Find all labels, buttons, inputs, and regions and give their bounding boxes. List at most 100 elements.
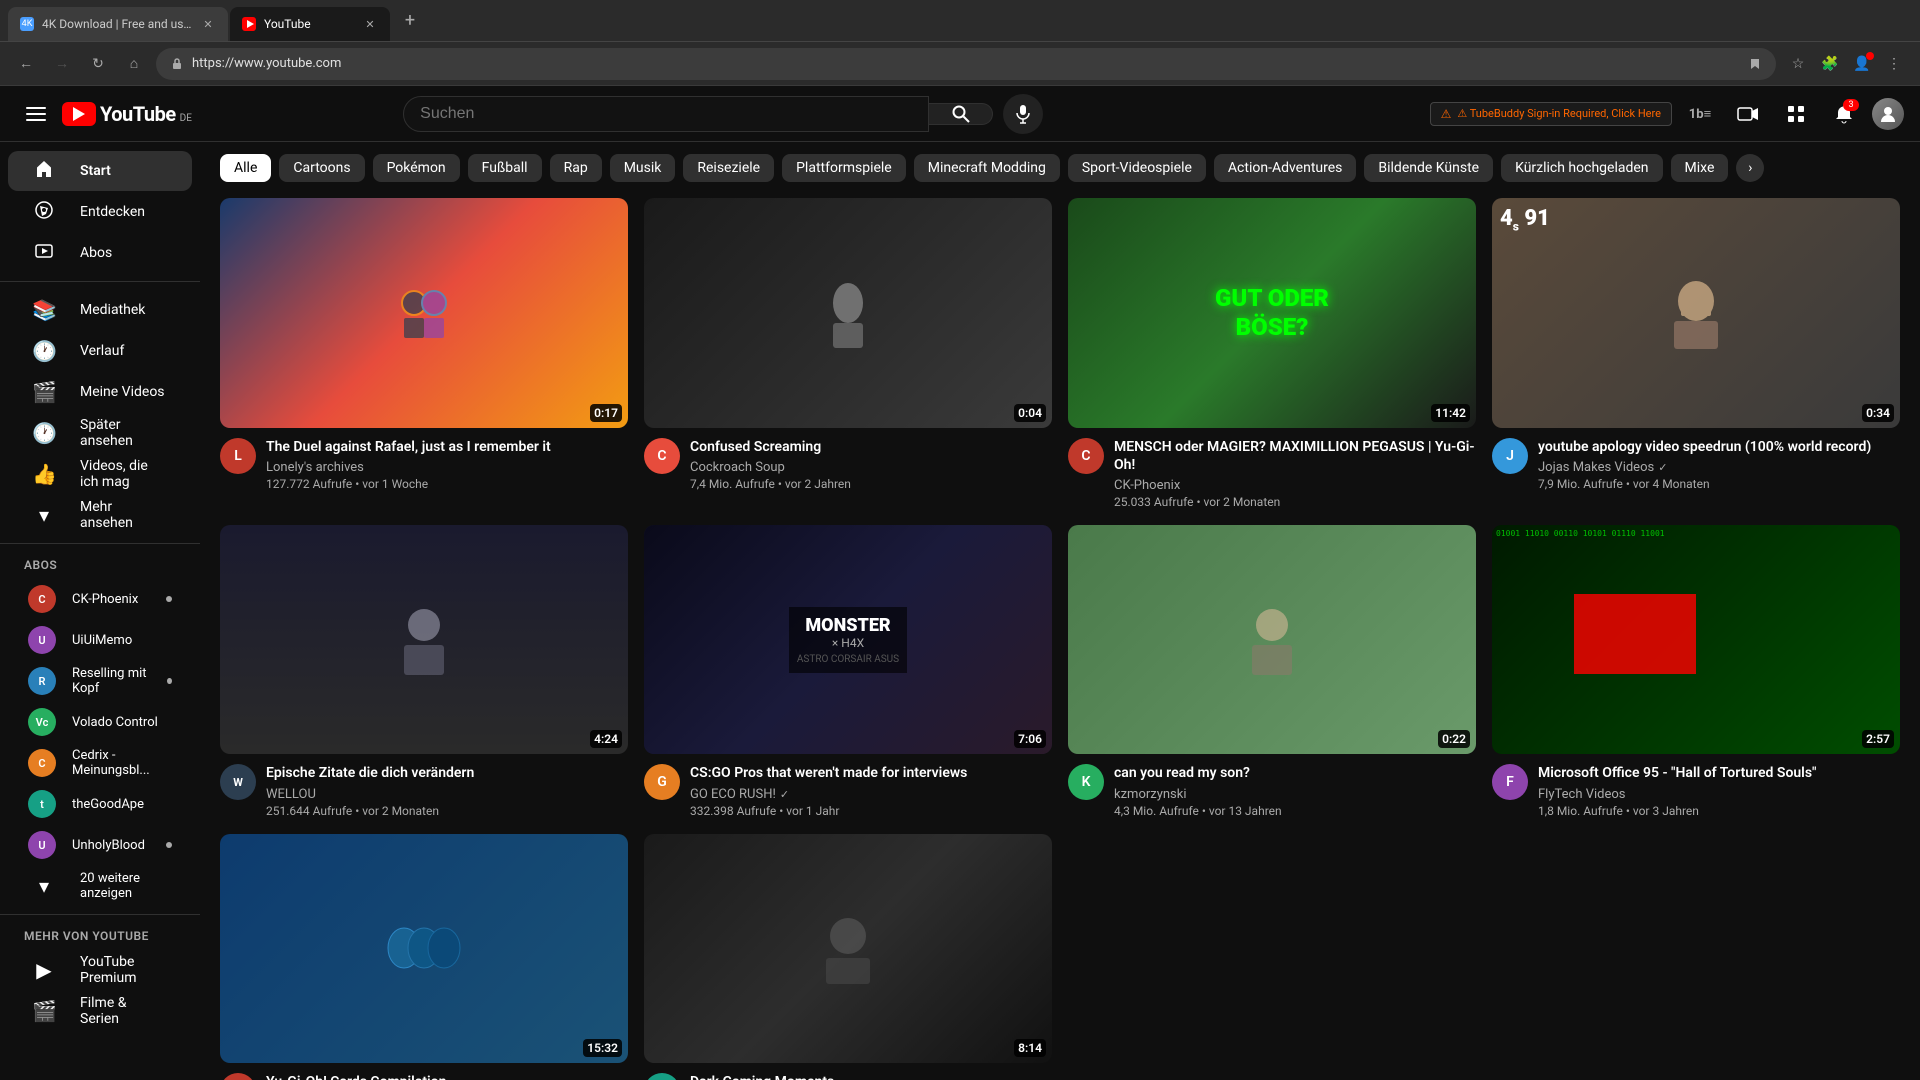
notification-button[interactable]: 3	[1824, 94, 1864, 134]
browser-tab-1[interactable]: 4K 4K Download | Free and useful ✕	[8, 7, 228, 41]
voice-search-button[interactable]	[1003, 94, 1043, 134]
video-card-1[interactable]: 0:17 L The Duel against Rafael, just as …	[220, 198, 628, 509]
video-duration-4: 0:34	[1862, 404, 1894, 422]
new-tab-button[interactable]: +	[396, 7, 424, 35]
video-card-10[interactable]: 8:14 t Dark Gaming Moments theGoodApe 89…	[644, 834, 1052, 1080]
address-bar[interactable]: https://www.youtube.com	[156, 48, 1776, 80]
tab1-close[interactable]: ✕	[200, 16, 216, 32]
home-button[interactable]: ⌂	[120, 50, 148, 78]
browser-tab-2[interactable]: YouTube ✕	[230, 7, 390, 41]
sidebar-start-label: Start	[80, 163, 111, 179]
create-video-button[interactable]	[1728, 94, 1768, 134]
header-right: ⚠ ⚠ TubeBuddy Sign-in Required, Click He…	[1430, 94, 1904, 134]
filter-chip-sport[interactable]: Sport-Videospiele	[1068, 154, 1206, 182]
show-more-subs-label: 20 weitere anzeigen	[80, 871, 168, 901]
browser-tabs: 4K 4K Download | Free and useful ✕ YouTu…	[8, 0, 390, 41]
sidebar-show-more-subs[interactable]: ▾ 20 weitere anzeigen	[8, 866, 192, 906]
sidebar-meine-videos-label: Meine Videos	[80, 384, 165, 400]
tubehop-icon-button[interactable]: 1b≡	[1680, 94, 1720, 134]
channel-avatar-7: K	[1068, 764, 1104, 800]
volado-label: Volado Control	[72, 715, 158, 730]
video-card-2[interactable]: 0:04 C Confused Screaming Cockroach Soup…	[644, 198, 1052, 509]
sidebar-spaeter-label: Später ansehen	[80, 417, 168, 449]
yt-logo[interactable]: YouTube DE	[62, 102, 192, 126]
video-card-9[interactable]: 15:32 C Yu-Gi-Oh! Cards Compilation CK-P…	[220, 834, 628, 1080]
sync-button[interactable]: 👤	[1848, 50, 1876, 78]
chevron-down-subs-icon: ▾	[32, 874, 56, 898]
video-card-4[interactable]: 4s 91 0:34 J youtube apology video speed…	[1492, 198, 1900, 509]
video-card-5[interactable]: 4:24 W Epische Zitate die dich verändern…	[220, 525, 628, 818]
filter-chip-fussball[interactable]: Fußball	[468, 154, 542, 182]
filter-chip-reiseziele[interactable]: Reiseziele	[683, 154, 774, 182]
forward-button[interactable]: →	[48, 50, 76, 78]
filter-chip-rap[interactable]: Rap	[550, 154, 602, 182]
sidebar-item-verlauf[interactable]: 🕐 Verlauf	[8, 331, 192, 371]
hamburger-menu-button[interactable]	[16, 94, 56, 134]
video-meta-1: The Duel against Rafael, just as I remem…	[266, 438, 628, 491]
video-card-7[interactable]: 0:22 K can you read my son? kzmorzynski …	[1068, 525, 1476, 818]
sidebar-item-mehr[interactable]: ▾ Mehr ansehen	[8, 495, 192, 535]
explore-icon	[32, 200, 56, 225]
video-title-8: Microsoft Office 95 - "Hall of Tortured …	[1538, 764, 1900, 782]
star-button[interactable]: ☆	[1784, 50, 1812, 78]
sidebar-sub-cedrix[interactable]: C Cedrix - Meinungsbl...	[8, 743, 192, 783]
sidebar-item-start[interactable]: Start	[8, 151, 192, 191]
user-avatar[interactable]	[1872, 98, 1904, 130]
filter-chip-minecraft[interactable]: Minecraft Modding	[914, 154, 1060, 182]
video-duration-7: 0:22	[1438, 730, 1470, 748]
channel-avatar-8: F	[1492, 764, 1528, 800]
sidebar-liked-label: Videos, die ich mag	[80, 458, 168, 490]
video-card-6[interactable]: MONSTER × H4X ASTRO CORSAIR ASUS 7:06 G …	[644, 525, 1052, 818]
back-button[interactable]: ←	[12, 50, 40, 78]
video-card-8[interactable]: 01001 11010 00110 10101 01110 11001 2:57…	[1492, 525, 1900, 818]
sidebar-sub-uiuimemo[interactable]: U UiUiMemo	[8, 620, 192, 660]
video-thumb-1: 0:17	[220, 198, 628, 428]
sidebar-sub-volado[interactable]: Vc Volado Control	[8, 702, 192, 742]
home-icon	[32, 159, 56, 184]
sidebar-item-meine-videos[interactable]: 🎬 Meine Videos	[8, 372, 192, 412]
sidebar-item-liked[interactable]: 👍 Videos, die ich mag	[8, 454, 192, 494]
refresh-button[interactable]: ↻	[84, 50, 112, 78]
video-card-3[interactable]: GUT ODERBÖSE? 11:42 C MENSCH oder MAGIER…	[1068, 198, 1476, 509]
menu-dots-button[interactable]: ⋮	[1880, 50, 1908, 78]
tubebuddy-banner[interactable]: ⚠ ⚠ TubeBuddy Sign-in Required, Click He…	[1430, 102, 1672, 126]
filter-chip-alle[interactable]: Alle	[220, 154, 271, 182]
address-text: https://www.youtube.com	[192, 56, 1740, 71]
browser-chrome: 4K 4K Download | Free and useful ✕ YouTu…	[0, 0, 1920, 42]
sidebar-item-yt-premium[interactable]: ▶ YouTube Premium	[8, 950, 192, 990]
sidebar-sub-unholy[interactable]: U UnholyBlood	[8, 825, 192, 865]
subscriptions-section-title: ABOS	[0, 552, 200, 578]
yt-main: Start Entdecken Abos 📚 Mediathek 🕐	[0, 142, 1920, 1080]
filter-chip-kuerzlich[interactable]: Kürzlich hochgeladen	[1501, 154, 1662, 182]
sidebar-sub-reselling[interactable]: R Reselling mit Kopf	[8, 661, 192, 701]
filter-chip-bildende[interactable]: Bildende Künste	[1364, 154, 1493, 182]
channel-avatar-3: C	[1068, 438, 1104, 474]
sidebar-sub-ck-phoenix[interactable]: C CK-Phoenix	[8, 579, 192, 619]
video-camera-icon	[1737, 106, 1759, 122]
sidebar-sub-goodape[interactable]: t theGoodApe	[8, 784, 192, 824]
filter-chip-cartoons[interactable]: Cartoons	[279, 154, 364, 182]
filter-chip-musik[interactable]: Musik	[610, 154, 676, 182]
sidebar-item-filme-serien[interactable]: 🎬 Filme & Serien	[8, 991, 192, 1031]
sidebar-item-entdecken[interactable]: Entdecken	[8, 192, 192, 232]
search-button[interactable]	[929, 103, 993, 125]
extensions-button[interactable]: 🧩	[1816, 50, 1844, 78]
sidebar-item-spaeter[interactable]: 🕐 Später ansehen	[8, 413, 192, 453]
yt-logo-country: DE	[180, 113, 192, 124]
video-duration-8: 2:57	[1862, 730, 1894, 748]
tab2-close[interactable]: ✕	[362, 16, 378, 32]
filter-chip-pokemon[interactable]: Pokémon	[373, 154, 460, 182]
unholy-dot	[166, 842, 172, 848]
sidebar-divider-3	[0, 914, 200, 915]
video-duration-6: 7:06	[1014, 730, 1046, 748]
sidebar-item-mediathek[interactable]: 📚 Mediathek	[8, 290, 192, 330]
filter-chip-action[interactable]: Action-Adventures	[1214, 154, 1356, 182]
search-input[interactable]	[404, 97, 928, 131]
filter-scroll-right[interactable]: ›	[1736, 154, 1764, 182]
sidebar-item-abos[interactable]: Abos	[8, 233, 192, 273]
video-thumb-7: 0:22	[1068, 525, 1476, 755]
filter-chip-mixe[interactable]: Mixe	[1671, 154, 1729, 182]
filter-chip-plattform[interactable]: Plattformspiele	[782, 154, 906, 182]
apps-grid-button[interactable]	[1776, 94, 1816, 134]
video-thumb-3: GUT ODERBÖSE? 11:42	[1068, 198, 1476, 428]
